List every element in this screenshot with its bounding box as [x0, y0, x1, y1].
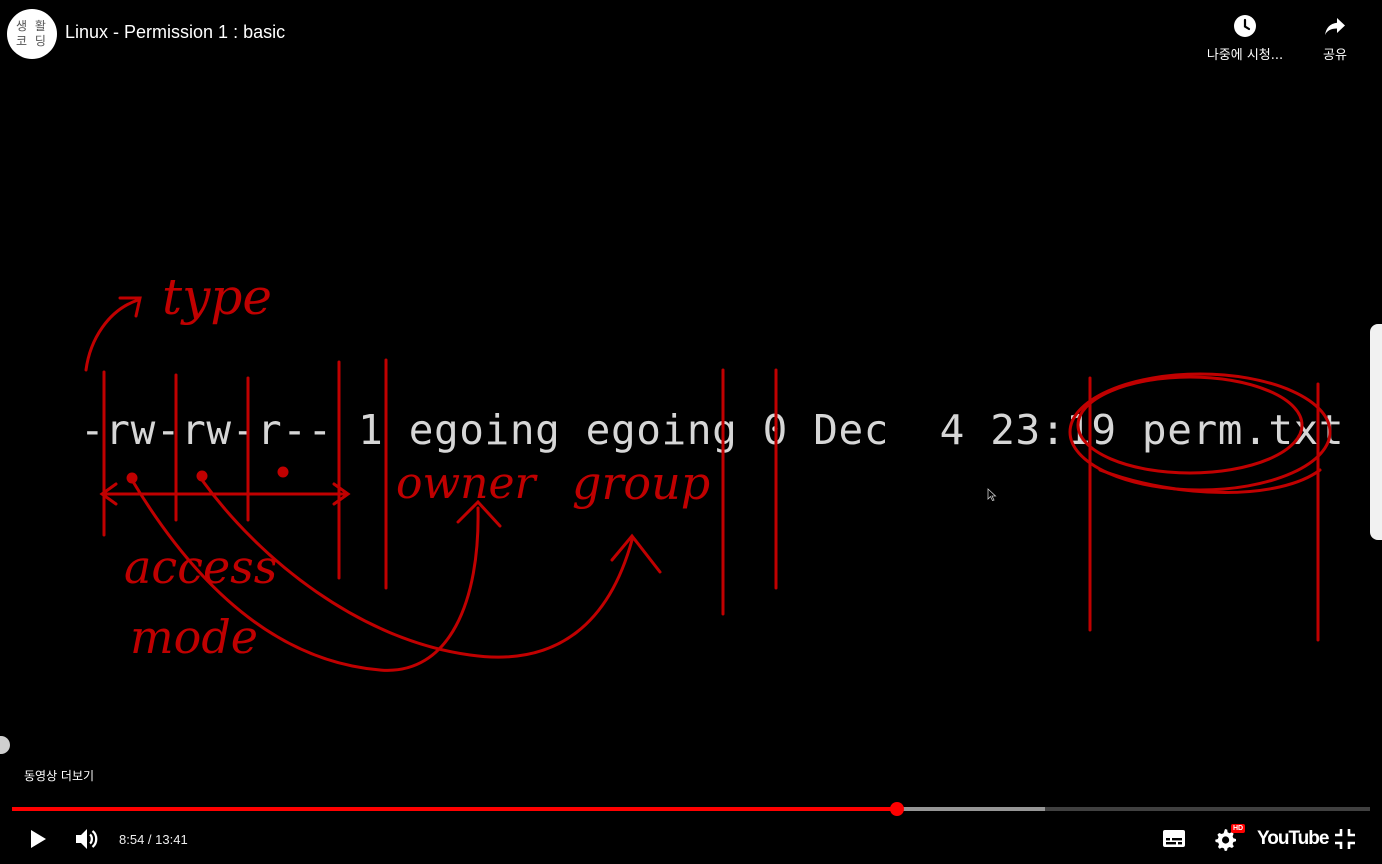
progress-played — [12, 807, 898, 811]
mouse-cursor-icon — [987, 488, 997, 501]
share-label: 공유 — [1323, 48, 1347, 63]
channel-avatar[interactable]: 생 활 코 딩 — [7, 9, 57, 59]
share-icon — [1325, 18, 1345, 35]
progress-bar[interactable] — [12, 802, 1370, 816]
clock-icon — [1234, 15, 1256, 37]
top-gradient — [0, 0, 1382, 100]
time-display: 8:54 / 13:41 — [119, 832, 188, 847]
share-button[interactable]: 공유 — [1310, 14, 1360, 63]
play-icon[interactable] — [27, 828, 49, 850]
volume-icon[interactable] — [74, 826, 100, 852]
exit-fullscreen-icon[interactable] — [1334, 828, 1356, 850]
video-frame[interactable]: -rw-rw-r-- 1 egoing egoing 0 Dec 4 23:19… — [0, 0, 1382, 864]
watch-later-button[interactable]: 나중에 시청... — [1200, 14, 1290, 63]
video-title[interactable]: Linux - Permission 1 : basic — [65, 22, 285, 43]
more-videos-link[interactable]: 동영상 더보기 — [24, 767, 94, 784]
hd-badge: HD — [1231, 824, 1246, 833]
red-ink-annotations — [84, 296, 1332, 672]
subtitles-icon[interactable] — [1162, 828, 1186, 850]
side-panel-handle[interactable] — [1370, 324, 1382, 540]
youtube-logo[interactable]: YouTube — [1257, 828, 1329, 850]
watch-later-label: 나중에 시청... — [1206, 48, 1284, 63]
